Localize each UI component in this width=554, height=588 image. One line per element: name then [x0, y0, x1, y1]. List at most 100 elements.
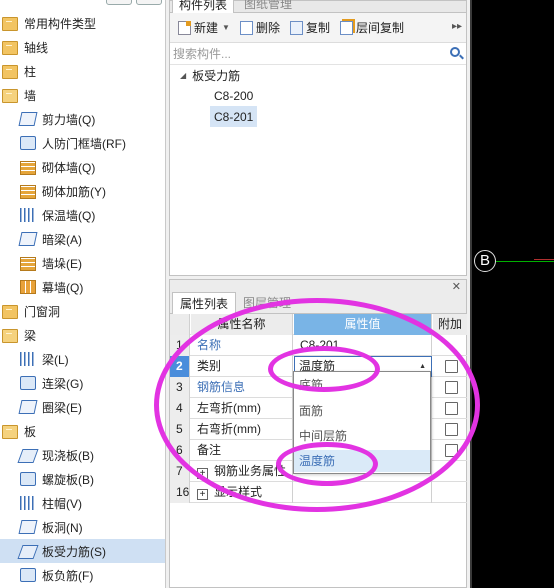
- cast-slab-icon: [17, 449, 39, 463]
- toolbar-overflow-icon[interactable]: ▸▸: [452, 21, 462, 32]
- masonry-wall-icon: [20, 160, 36, 175]
- extra-checkbox[interactable]: [445, 402, 458, 415]
- tree-item[interactable]: 幕墙(Q): [0, 275, 165, 299]
- tree-item[interactable]: 现浇板(B): [0, 443, 165, 467]
- component-tree-root-label: 板受力筋: [192, 68, 241, 83]
- delete-button-label: 删除: [255, 21, 280, 35]
- copy-icon: [289, 20, 303, 35]
- dropdown-option[interactable]: 底筋: [294, 374, 430, 396]
- extra-checkbox[interactable]: [445, 381, 458, 394]
- tree-item[interactable]: 圈梁(E): [0, 395, 165, 419]
- tree-item[interactable]: 板洞(N): [0, 515, 165, 539]
- property-row[interactable]: 1 名称 C8-201: [170, 335, 467, 356]
- axis-line: [496, 261, 554, 262]
- property-name-label: 钢筋信息: [197, 380, 246, 394]
- tree-item[interactable]: 连梁(G): [0, 371, 165, 395]
- new-icon: [178, 20, 191, 35]
- dropdown-option[interactable]: 温度筋: [294, 450, 430, 472]
- property-grid-header: 属性名称 属性值 附加: [170, 314, 467, 335]
- tree-item[interactable]: 保温墙(Q): [0, 203, 165, 227]
- tree-item-label: 剪力墙(Q): [42, 112, 96, 127]
- copy-button[interactable]: 复制: [285, 17, 335, 39]
- tree-item[interactable]: 螺旋板(B): [0, 467, 165, 491]
- category-dropdown-list: 底筋面筋中间层筋温度筋: [293, 371, 431, 474]
- tree-item-label: 圈梁(E): [42, 400, 82, 415]
- tree-item-label: 常用构件类型: [24, 16, 97, 31]
- component-tree-root[interactable]: ◢ 板受力筋: [180, 65, 240, 85]
- tree-item-label: 砌体墙(Q): [42, 160, 96, 175]
- tree-item[interactable]: 剪力墙(Q): [0, 107, 165, 131]
- component-item-c8-201[interactable]: C8-201: [210, 106, 258, 127]
- property-name: 备注: [191, 440, 293, 461]
- axis-label-bubble[interactable]: B: [474, 250, 496, 272]
- column-header-extra: 附加: [433, 314, 467, 335]
- new-button-label: 新建: [194, 21, 219, 35]
- expand-icon[interactable]: +: [197, 468, 208, 479]
- tree-button-1[interactable]: [106, 0, 132, 5]
- folder-open-icon: [2, 89, 18, 103]
- dropdown-option[interactable]: 面筋: [294, 400, 430, 422]
- close-icon[interactable]: ✕: [452, 280, 461, 293]
- collapse-triangle-icon[interactable]: ◢: [180, 71, 186, 80]
- property-name: 类别: [191, 356, 293, 377]
- tree-item[interactable]: 轴线: [0, 35, 165, 59]
- property-extra-cell: [433, 482, 467, 503]
- component-item-c8-200[interactable]: C8-200: [210, 85, 257, 106]
- extra-checkbox[interactable]: [445, 444, 458, 457]
- tree-item[interactable]: 板: [0, 419, 165, 443]
- extra-checkbox[interactable]: [445, 423, 458, 436]
- tree-item[interactable]: 梁: [0, 323, 165, 347]
- chevron-down-icon[interactable]: ▼: [222, 23, 230, 32]
- tree-item[interactable]: 柱: [0, 59, 165, 83]
- tree-item[interactable]: 板负筋(F): [0, 563, 165, 587]
- tree-item[interactable]: 砌体加筋(Y): [0, 179, 165, 203]
- drawing-canvas[interactable]: B: [470, 0, 554, 588]
- header-index-cell: [170, 314, 190, 335]
- component-list-panel: 构件列表 图纸管理 新建 ▼ 删除 复制 层间复制 ▸▸ ◢ 板受力筋 C8-2…: [169, 0, 467, 276]
- property-extra-cell: [433, 461, 467, 482]
- column-header-name: 属性名称: [191, 314, 293, 335]
- tree-item-label: 梁: [24, 328, 37, 343]
- tree-item[interactable]: 梁(L): [0, 347, 165, 371]
- tree-item-label: 墙垛(E): [42, 256, 82, 271]
- row-index: 7: [170, 461, 190, 482]
- property-extra-cell: [433, 356, 467, 377]
- tree-item[interactable]: 门窗洞: [0, 299, 165, 323]
- property-name-label: 名称: [197, 338, 222, 352]
- folder-icon: [2, 17, 18, 31]
- tree-button-2[interactable]: [136, 0, 162, 5]
- property-name: 右弯折(mm): [191, 419, 293, 440]
- expand-icon[interactable]: +: [197, 489, 208, 500]
- property-value[interactable]: C8-201: [294, 335, 432, 356]
- tab-drawing-management[interactable]: 图纸管理: [238, 0, 298, 13]
- search-icon[interactable]: [450, 47, 460, 57]
- tree-item[interactable]: 板受力筋(S): [0, 539, 165, 563]
- property-value[interactable]: [294, 482, 432, 503]
- tree-item[interactable]: 柱帽(V): [0, 491, 165, 515]
- column-header-value: 属性值: [294, 314, 432, 335]
- property-row[interactable]: 16 + 显示样式: [170, 482, 467, 503]
- tree-item-label: 柱帽(V): [42, 496, 82, 511]
- tree-item[interactable]: 墙垛(E): [0, 251, 165, 275]
- tab-layer-management[interactable]: 图层管理: [236, 292, 298, 314]
- tree-item-label: 连梁(G): [42, 376, 84, 391]
- property-name-label: 钢筋业务属性: [214, 464, 287, 478]
- floor-copy-icon: [339, 20, 353, 35]
- tree-item[interactable]: 暗梁(A): [0, 227, 165, 251]
- tab-property-list[interactable]: 属性列表: [172, 292, 237, 314]
- folder-icon: [2, 41, 18, 55]
- component-type-tree: 常用构件类型轴线柱墙剪力墙(Q) 人防门框墙(RF) 砌体墙(Q) 砌体加筋(Y) 保温…: [0, 0, 166, 588]
- dropdown-option[interactable]: 中间层筋: [294, 425, 430, 447]
- tree-item[interactable]: 墙: [0, 83, 165, 107]
- tree-item[interactable]: 人防门框墙(RF): [0, 131, 165, 155]
- delete-button[interactable]: 删除: [235, 17, 285, 39]
- property-extra-cell: [433, 419, 467, 440]
- tab-component-list[interactable]: 构件列表: [172, 0, 235, 13]
- tree-item[interactable]: 砌体墙(Q): [0, 155, 165, 179]
- folder-icon: [2, 305, 18, 319]
- tree-item[interactable]: 常用构件类型: [0, 11, 165, 35]
- floor-copy-button[interactable]: 层间复制: [335, 17, 409, 39]
- new-button[interactable]: 新建 ▼: [173, 17, 235, 39]
- component-search-input[interactable]: [173, 46, 433, 61]
- extra-checkbox[interactable]: [445, 360, 458, 373]
